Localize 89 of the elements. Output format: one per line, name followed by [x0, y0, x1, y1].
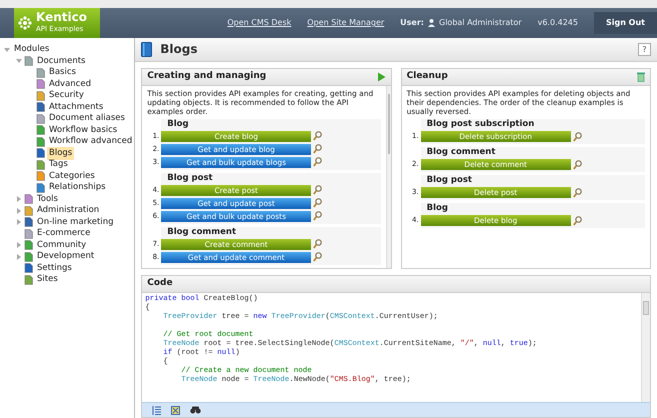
tree-item[interactable]: Relationships — [47, 181, 108, 194]
tree-item[interactable]: Document aliases — [47, 112, 127, 126]
tree-item[interactable]: Community — [35, 238, 88, 252]
collapse-arrow-icon[interactable] — [4, 46, 10, 53]
expand-arrow-icon[interactable] — [16, 208, 22, 214]
group-title: Blog — [167, 118, 190, 130]
group-title: Blog post — [167, 172, 214, 184]
flower-icon — [18, 16, 32, 30]
logo-title: Kentico — [36, 11, 87, 24]
page-icon — [24, 263, 33, 274]
list-icon[interactable] — [152, 406, 162, 414]
page-icon — [24, 228, 33, 239]
user-name: Global Administrator — [439, 17, 522, 29]
tree-item[interactable]: Sites — [35, 273, 60, 286]
expand-arrow-icon[interactable] — [16, 196, 22, 202]
page-icon — [24, 206, 33, 216]
magnifier-icon[interactable] — [313, 198, 322, 208]
magnifier-icon[interactable] — [313, 131, 322, 142]
page-icon — [36, 136, 45, 147]
page-icon — [36, 90, 45, 101]
sign-out-button[interactable]: Sign Out — [594, 12, 657, 34]
panel-title: Creating and managing — [147, 70, 266, 84]
page-icon — [36, 102, 45, 112]
panel-title: Code — [147, 277, 173, 290]
group-title: Blog post subscription — [426, 119, 536, 130]
magnifier-icon[interactable] — [313, 157, 322, 168]
page-icon — [36, 79, 45, 90]
tree-item[interactable]: Tags — [47, 158, 70, 172]
tree-item[interactable]: Security — [47, 89, 86, 102]
page-icon — [36, 182, 45, 193]
tree-item[interactable]: Tools — [35, 192, 60, 206]
page-icon — [36, 125, 45, 136]
magnifier-icon[interactable] — [313, 144, 322, 154]
tree-item[interactable]: Workflow advanced — [47, 135, 134, 148]
tree-item[interactable]: Modules — [12, 43, 52, 56]
group-title: Blog post — [426, 175, 473, 186]
group-title: Blog comment — [426, 147, 496, 158]
play-icon[interactable] — [376, 72, 386, 82]
magnifier-icon[interactable] — [313, 211, 322, 222]
magnifier-icon[interactable] — [572, 216, 582, 226]
tree-item[interactable]: Basics — [47, 66, 78, 80]
page-icon — [36, 148, 45, 158]
magnifier-icon[interactable] — [313, 185, 322, 196]
page-icon — [24, 252, 33, 262]
page-title: Blogs — [160, 42, 198, 57]
tree-item[interactable]: Development — [35, 250, 96, 264]
panel-title: Cleanup — [406, 70, 448, 84]
collapse-arrow-icon[interactable] — [16, 58, 22, 64]
page-icon — [24, 217, 33, 228]
group-title: Blog — [426, 203, 449, 214]
trash-icon[interactable] — [637, 72, 646, 82]
page-icon — [36, 68, 45, 78]
binoculars-icon[interactable] — [190, 406, 202, 414]
magnifier-icon[interactable] — [572, 188, 582, 198]
book-icon — [141, 42, 152, 57]
tree-item[interactable]: Workflow basics — [47, 124, 120, 137]
page-icon — [24, 240, 33, 250]
page-icon — [36, 114, 45, 124]
magnifier-icon[interactable] — [572, 160, 582, 170]
page-icon — [24, 56, 33, 66]
tree-item[interactable]: Advanced — [47, 78, 93, 91]
group-title: Blog comment — [167, 226, 238, 238]
scrollbar[interactable] — [641, 293, 650, 402]
tree-item[interactable]: Blogs — [47, 146, 74, 160]
tree-item[interactable]: Administration — [35, 204, 102, 218]
page-icon — [24, 194, 33, 204]
header-link[interactable]: Open Site Manager — [307, 17, 384, 29]
page-icon — [36, 160, 45, 170]
tree-item[interactable]: Attachments — [47, 100, 106, 114]
expand-arrow-icon[interactable] — [16, 242, 22, 248]
magnifier-icon[interactable] — [313, 239, 322, 250]
expand-arrow-icon[interactable] — [16, 219, 22, 226]
tree-item[interactable]: Settings — [35, 262, 74, 275]
header-link[interactable]: Open CMS Desk — [227, 17, 292, 29]
magnifier-icon[interactable] — [313, 252, 322, 262]
user-label: User: — [400, 17, 424, 29]
tree-item[interactable]: Documents — [35, 54, 88, 68]
expand-arrow-icon[interactable] — [16, 254, 22, 260]
person-icon — [428, 19, 435, 27]
tree-item[interactable]: Categories — [47, 170, 97, 183]
square-icon[interactable] — [171, 406, 180, 414]
page-icon — [24, 274, 33, 285]
version-text: v6.0.4245 — [538, 17, 578, 29]
tree-item[interactable]: On-line marketing — [35, 216, 116, 229]
help-button[interactable]: ? — [638, 43, 651, 56]
page-icon — [36, 171, 45, 182]
tree-item[interactable]: E-commerce — [35, 227, 92, 240]
scrollbar[interactable] — [386, 86, 391, 268]
magnifier-icon[interactable] — [572, 132, 582, 142]
